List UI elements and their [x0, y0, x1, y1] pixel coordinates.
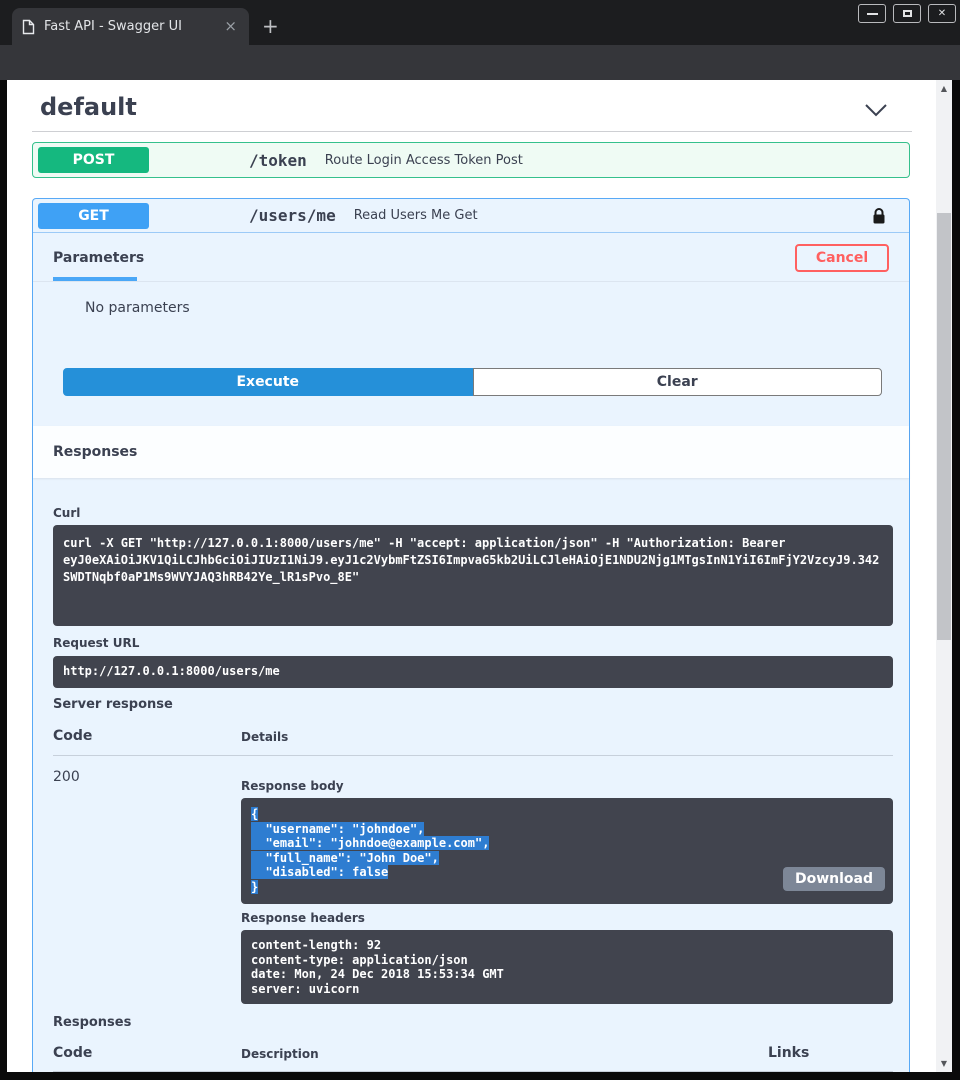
get-users-me-summary[interactable]: GET /users/me Read Users Me Get — [33, 199, 909, 233]
endpoint-summary: Read Users Me Get — [354, 208, 478, 223]
parameters-tab-header: Parameters Cancel — [33, 234, 909, 282]
post-token-summary[interactable]: POST /token Route Login Access Token Pos… — [33, 143, 909, 177]
page-icon — [22, 19, 35, 35]
swagger-page: default POST /token Route Login Access T… — [7, 80, 952, 1072]
method-badge-get: GET — [38, 203, 149, 229]
window-close-icon[interactable]: ✕ — [928, 4, 956, 23]
curl-label: Curl — [53, 506, 80, 520]
chevron-down-icon[interactable] — [863, 102, 889, 121]
download-button[interactable]: Download — [783, 867, 885, 892]
description-column-header: Description — [241, 1047, 319, 1061]
code-column-header: Code — [53, 1045, 92, 1061]
curl-command: curl -X GET "http://127.0.0.1:8000/users… — [53, 525, 893, 626]
scroll-up-icon[interactable]: ▲ — [936, 84, 952, 93]
section-divider — [32, 131, 912, 132]
page-scrollbar[interactable]: ▲ ▼ — [936, 80, 952, 1072]
links-column-header: Links — [768, 1045, 809, 1061]
no-parameters-text: No parameters — [85, 300, 190, 316]
maximize-icon[interactable] — [893, 4, 921, 23]
method-badge-post: POST — [38, 147, 149, 173]
clear-button[interactable]: Clear — [473, 368, 883, 396]
endpoint-path: /token — [249, 151, 307, 170]
tab-close-icon[interactable]: × — [222, 19, 239, 34]
details-column-header: Details — [241, 730, 288, 744]
opblock-post-token: POST /token Route Login Access Token Pos… — [32, 142, 910, 178]
execute-wrapper: Execute Clear — [63, 368, 882, 396]
browser-tab[interactable]: Fast API - Swagger UI × — [12, 8, 249, 45]
endpoint-path: /users/me — [249, 206, 336, 225]
code-column-header: Code — [53, 728, 92, 744]
execute-button[interactable]: Execute — [63, 368, 473, 396]
tab-parameters[interactable]: Parameters — [53, 234, 144, 281]
window-controls: ✕ — [858, 4, 956, 23]
tab-title: Fast API - Swagger UI — [44, 19, 222, 34]
response-headers-label: Response headers — [241, 911, 365, 925]
endpoint-summary: Route Login Access Token Post — [325, 153, 523, 168]
table-divider — [53, 755, 893, 756]
response-body-block: { "username": "johndoe", "email": "johnd… — [241, 798, 893, 904]
minimize-icon[interactable] — [858, 4, 886, 23]
responses-section-header: Responses — [33, 426, 909, 478]
server-response-label: Server response — [53, 697, 173, 712]
response-headers-block: content-length: 92content-type: applicat… — [241, 930, 893, 1004]
status-code: 200 — [53, 769, 80, 785]
opblock-get-users-me: GET /users/me Read Users Me Get Paramete… — [32, 198, 910, 1072]
lock-icon[interactable] — [872, 207, 886, 225]
scroll-down-icon[interactable]: ▼ — [936, 1059, 952, 1068]
cancel-button[interactable]: Cancel — [795, 244, 889, 272]
browser-toolbar: ← → ↻ 127.0.0.1:8000/docs ☆ ⋮ — [0, 45, 960, 80]
scrollbar-thumb[interactable] — [937, 213, 951, 640]
table-divider — [53, 1071, 893, 1072]
responses-title: Responses — [53, 444, 137, 460]
section-title: default — [40, 93, 137, 121]
doc-responses-title: Responses — [53, 1015, 131, 1030]
response-body-label: Response body — [241, 779, 344, 793]
request-url-label: Request URL — [53, 636, 139, 650]
request-url-value: http://127.0.0.1:8000/users/me — [53, 656, 893, 688]
new-tab-icon[interactable]: + — [262, 14, 279, 38]
browser-chrome: Fast API - Swagger UI × + ✕ ← → ↻ 127.0.… — [0, 0, 960, 80]
